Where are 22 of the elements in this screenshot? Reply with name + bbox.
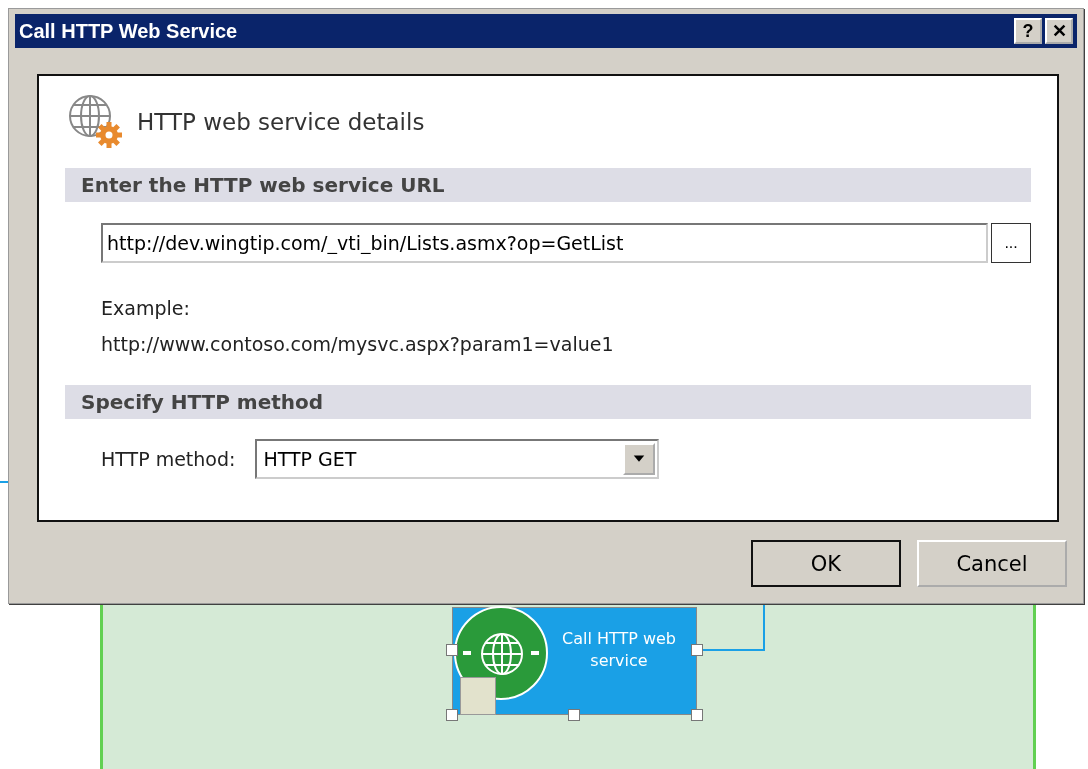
resize-handle[interactable]	[691, 644, 703, 656]
window-title: Call HTTP Web Service	[19, 19, 238, 43]
cancel-button[interactable]: Cancel	[917, 540, 1067, 587]
method-dropdown[interactable]: HTTP GET	[255, 439, 660, 479]
resize-handle[interactable]	[446, 644, 458, 656]
browse-button[interactable]: ...	[991, 223, 1031, 263]
caret-icon	[623, 443, 656, 475]
resize-handle[interactable]	[691, 709, 703, 721]
example-label: Example:	[101, 297, 191, 319]
ok-button[interactable]: OK	[751, 540, 901, 587]
help-button[interactable]: ?	[1014, 18, 1042, 44]
example-url: http://www.contoso.com/mysvc.aspx?param1=value1	[101, 333, 615, 355]
method-label: HTTP method:	[101, 448, 236, 470]
section-title: Enter the HTTP web service URL	[81, 173, 445, 197]
activity-badge	[460, 677, 496, 715]
resize-handle[interactable]	[446, 709, 458, 721]
panel-title: HTTP web service details	[137, 109, 425, 135]
url-field[interactable]: http://dev.wingtip.com/_vti_bin/Lists.asmx?op=GetList	[101, 223, 989, 263]
activity-label: Call HTTP web service	[560, 628, 678, 672]
close-button[interactable]: ✕	[1045, 18, 1073, 44]
resize-handle[interactable]	[568, 709, 580, 721]
section-title: Specify HTTP method	[81, 390, 324, 414]
